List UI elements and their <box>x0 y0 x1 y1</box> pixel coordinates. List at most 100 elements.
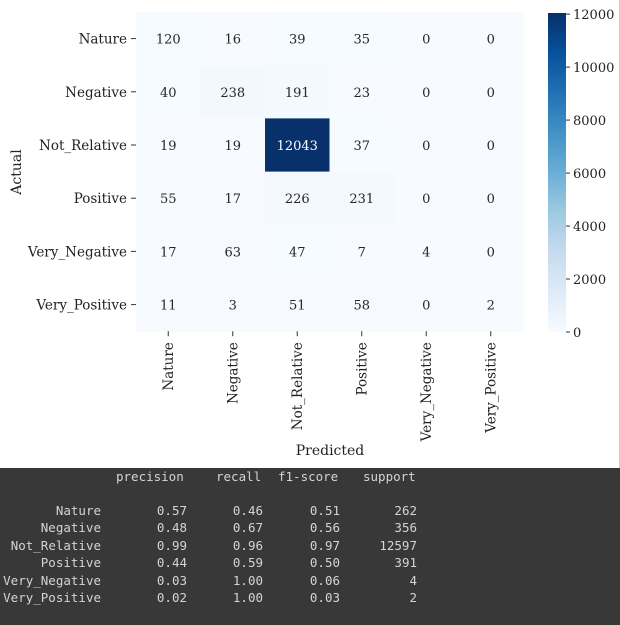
confusion-matrix-heatmap: 120 16 39 35 0 040 238 191 23 0 019 19 12043 37 0 055 17… <box>9 8 614 459</box>
report-cell-f1: 0.97 <box>309 537 340 553</box>
cell-value-label: 17 <box>160 245 177 260</box>
report-cell-support: 12597 <box>379 537 417 553</box>
report-cell-precision: 0.48 <box>156 520 187 536</box>
cell-value-label: 2 <box>487 299 495 314</box>
colorbar-tick-label: 0 <box>573 326 581 341</box>
report-cell-recall: 0.67 <box>232 520 263 536</box>
x-tick-label: Very_Positive <box>484 342 500 434</box>
cell-value-label: 0 <box>487 245 495 260</box>
report-row: Positive 0.44 0.59 0.50 391 <box>0 555 620 572</box>
cell-value-label: 51 <box>289 299 306 314</box>
cell-value-label: 12043 <box>277 139 318 154</box>
x-axis-label: Predicted <box>296 443 365 459</box>
report-cell-recall: 1.00 <box>232 590 263 605</box>
cell-value-label: 226 <box>285 192 310 207</box>
cell-value-label: 55 <box>160 192 177 207</box>
colorbar-tick-label: 12000 <box>573 8 614 23</box>
report-cell-f1: 0.56 <box>309 520 340 536</box>
cell-value-label: 0 <box>422 192 430 207</box>
report-header-row: precision recall f1-score support <box>0 469 620 486</box>
report-row: Very_Negative 0.03 1.00 0.06 4 <box>0 573 620 590</box>
y-tick-label: Nature <box>79 32 127 48</box>
y-tick-label: Negative <box>65 85 127 101</box>
cell-value-label: 11 <box>160 299 177 314</box>
cell-value-label: 0 <box>422 86 430 101</box>
report-cell-f1: 0.06 <box>309 572 340 588</box>
cell-value-label: 120 <box>156 33 181 48</box>
cell-value-label: 63 <box>224 245 241 260</box>
report-cell-precision: 0.02 <box>156 590 187 605</box>
cell-value-label: 4 <box>422 245 430 260</box>
report-cell-support: 2 <box>409 590 417 605</box>
cell-value-label: 3 <box>229 299 237 314</box>
cell-value-label: 0 <box>487 86 495 101</box>
report-cell-recall: 1.00 <box>232 572 263 588</box>
report-header-f1-score: f1-score <box>278 469 339 484</box>
cell-value-label: 17 <box>224 192 241 207</box>
y-axis-label: Actual <box>9 149 25 196</box>
report-header-recall: recall <box>216 469 262 484</box>
y-tick-label: Very_Positive <box>35 298 127 314</box>
report-cell-support: 391 <box>394 555 417 571</box>
report-row: Negative 0.48 0.67 0.56 356 <box>0 520 620 537</box>
y-tick-label: Positive <box>74 191 127 207</box>
x-tick-label: Nature <box>161 342 177 390</box>
report-cell-precision: 0.99 <box>156 537 187 553</box>
cell-value-label: 47 <box>289 245 306 260</box>
report-cell-recall: 0.59 <box>232 555 263 571</box>
cell-value-label: 39 <box>289 33 306 48</box>
cell-value-label: 0 <box>422 33 430 48</box>
report-row-label: Nature <box>55 503 101 518</box>
cell-value-label: 231 <box>349 192 374 207</box>
report-header-support: support <box>363 469 416 484</box>
x-tick-label: Positive <box>355 342 371 395</box>
report-row: Nature 0.57 0.46 0.51 262 <box>0 503 620 520</box>
report-row-label: Negative <box>40 520 101 536</box>
report-row: Not_Relative 0.99 0.96 0.97 12597 <box>0 538 620 555</box>
cell-value-label: 0 <box>487 33 495 48</box>
report-cell-support: 262 <box>394 503 417 518</box>
cell-value-label: 0 <box>422 299 430 314</box>
report-row-label: Positive <box>40 555 101 571</box>
report-header-precision: precision <box>116 469 184 484</box>
cell-value-label: 7 <box>358 245 366 260</box>
report-cell-f1: 0.03 <box>309 590 340 605</box>
report-cell-support: 356 <box>394 520 417 536</box>
colorbar-tick-label: 6000 <box>573 167 606 182</box>
report-cell-support: 4 <box>409 572 417 588</box>
cell-value-label: 0 <box>487 139 495 154</box>
report-cell-recall: 0.96 <box>232 537 263 553</box>
y-tick-label: Not_Relative <box>39 138 127 154</box>
cell-value-label: 16 <box>224 33 241 48</box>
report-row-label: Very_Positive <box>3 590 101 605</box>
cell-value-label: 40 <box>160 86 177 101</box>
report-row-label: Not_Relative <box>10 537 101 553</box>
x-tick-label: Negative <box>226 342 242 404</box>
cell-value-label: 58 <box>353 299 370 314</box>
cell-value-label: 19 <box>160 139 177 154</box>
colorbar-tick-label: 10000 <box>573 61 614 76</box>
report-row-label: Very_Negative <box>3 572 101 588</box>
cell-value-label: 35 <box>353 33 370 48</box>
colorbar-tick-label: 2000 <box>573 273 606 288</box>
report-row: Very_Positive 0.02 1.00 0.03 2 <box>0 590 620 607</box>
cell-value-label: 0 <box>422 139 430 154</box>
report-cell-precision: 0.57 <box>156 503 187 518</box>
confusion-matrix-figure: 120 16 39 35 0 0 40 238 191 23 0 0 19 19 12043 37 0 0 55 17… <box>0 0 620 468</box>
cell-value-label: 0 <box>487 192 495 207</box>
report-cell-precision: 0.44 <box>156 555 187 571</box>
cell-value-label: 37 <box>353 139 370 154</box>
report-cell-precision: 0.03 <box>156 572 187 588</box>
colorbar-tick-label: 4000 <box>573 220 606 235</box>
x-tick-label: Very_Negative <box>419 342 435 442</box>
cell-value-label: 23 <box>353 86 370 101</box>
colorbar-tick-label: 8000 <box>573 114 606 129</box>
y-tick-label: Very_Negative <box>27 244 127 260</box>
report-cell-recall: 0.46 <box>232 503 263 518</box>
cell-value-label: 19 <box>224 139 241 154</box>
report-cell-f1: 0.50 <box>309 555 340 571</box>
report-cell-f1: 0.51 <box>309 503 340 518</box>
cell-value-label: 191 <box>285 86 310 101</box>
cell-value-label: 238 <box>220 86 245 101</box>
classification-report: precision recall f1-score support Nature… <box>0 468 620 625</box>
